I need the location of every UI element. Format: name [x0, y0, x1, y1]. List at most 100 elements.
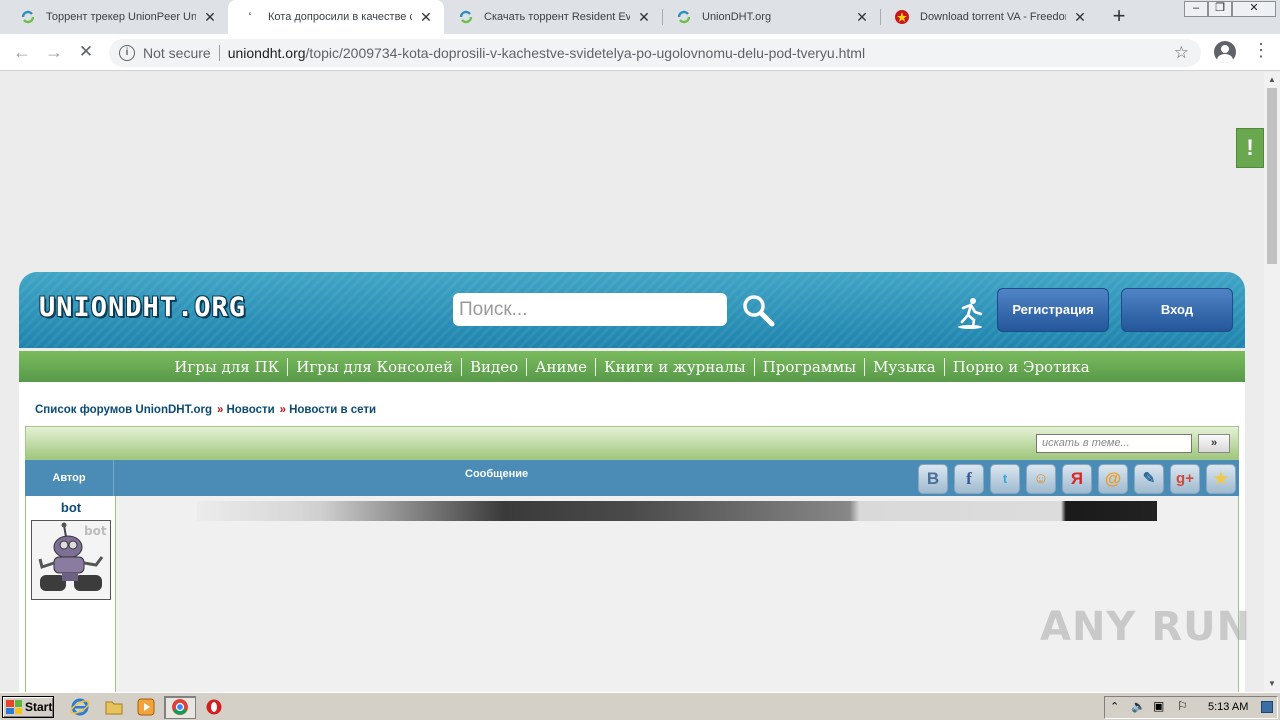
scroll-up-icon[interactable]: ▲	[1264, 72, 1280, 88]
post-image	[197, 501, 1157, 521]
breadcrumb-news[interactable]: Новости	[226, 404, 274, 416]
tab-resident-evil[interactable]: Скачать торрент Resident Evil ✕	[444, 0, 662, 34]
url-host: uniondht.org	[227, 45, 306, 61]
nav-adult[interactable]: Порно и Эротика	[945, 358, 1098, 376]
tab-title: Кота допросили в качестве св	[268, 11, 412, 23]
robot-avatar-icon: bot	[32, 521, 110, 599]
action-center-flag-icon[interactable]: ⚐	[1177, 699, 1188, 713]
bookmark-star-icon[interactable]: ☆	[1174, 43, 1189, 63]
info-icon[interactable]: i	[119, 45, 135, 61]
start-button[interactable]: Start	[2, 696, 54, 718]
tray-expand-icon[interactable]: ⌃	[1110, 700, 1119, 713]
vk-icon[interactable]: В	[918, 464, 948, 494]
site-logo[interactable]: UNIONDHT.ORG	[39, 292, 246, 323]
maximize-button[interactable]: ❐	[1208, 1, 1232, 17]
close-window-button[interactable]: ✕	[1232, 1, 1276, 17]
security-label: Not secure	[143, 45, 211, 61]
opera-icon[interactable]	[204, 697, 224, 717]
chrome-icon[interactable]	[170, 697, 190, 717]
site-search-input[interactable]: Поиск...	[453, 293, 727, 326]
tab-strip: Торрент трекер UnionPeer Uni ✕ ʻ Кота до…	[0, 0, 1280, 34]
post-author-name[interactable]: bot	[26, 500, 116, 515]
nav-music[interactable]: Музыка	[865, 358, 944, 376]
site-header: UNIONDHT.ORG Поиск... Регистрация Вход	[19, 272, 1245, 348]
google-plus-icon[interactable]: g+	[1170, 464, 1200, 494]
scroll-down-icon[interactable]: ▼	[1264, 676, 1280, 692]
tab-title: UnionDHT.org	[702, 11, 772, 23]
tab-uniondht[interactable]: UnionDHT.org ✕	[662, 0, 880, 34]
uniondht-favicon-icon	[676, 9, 692, 25]
volume-icon[interactable]: 🔈	[1131, 699, 1146, 713]
network-icon[interactable]: ▣	[1153, 699, 1164, 713]
nav-pc-games[interactable]: Игры для ПК	[166, 358, 287, 376]
breadcrumb: Список форумов UnionDHT.org» Новости» Ново…	[35, 404, 376, 416]
tab-title: Торрент трекер UnionPeer Uni	[46, 11, 196, 23]
anyrun-watermark: ANY RUN	[1040, 604, 1252, 650]
clock: 5:13 AM	[1208, 701, 1249, 713]
forward-button[interactable]: →	[42, 41, 66, 65]
posts-table-header: Автор Сообщение В f t ☺ Я @ ✎ g+ ★	[25, 460, 1239, 496]
livejournal-icon[interactable]: ✎	[1134, 464, 1164, 494]
tab-close-icon[interactable]: ✕	[418, 9, 434, 25]
mail-icon[interactable]: @	[1098, 464, 1128, 494]
topic-toolbar: искать в теме... »	[25, 426, 1239, 460]
show-desktop-icon[interactable]	[1261, 701, 1273, 713]
post-author-column: bot bot	[26, 496, 116, 692]
search-icon[interactable]	[741, 293, 775, 327]
odnoklassniki-icon[interactable]: ☺	[1026, 464, 1056, 494]
tab-close-icon[interactable]: ✕	[636, 9, 652, 25]
yandex-icon[interactable]: Я	[1062, 464, 1092, 494]
breadcrumb-arrow-icon: »	[279, 404, 287, 416]
start-label: Start	[25, 700, 53, 714]
profile-avatar-icon[interactable]	[1214, 41, 1236, 63]
minimize-button[interactable]: –	[1184, 1, 1208, 17]
taskbar: Start ⌃ 🔈 ▣ ⚐ 5:13 AM	[0, 692, 1280, 720]
breadcrumb-web-news[interactable]: Новости в сети	[289, 404, 376, 416]
author-column-header: Автор	[25, 460, 114, 496]
loading-favicon-icon: ʻ	[248, 10, 252, 24]
feedback-button[interactable]: !	[1236, 128, 1264, 168]
tab-title: Download torrent VA - Freedom	[920, 11, 1066, 23]
nav-video[interactable]: Видео	[462, 358, 526, 376]
tab-close-icon[interactable]: ✕	[202, 9, 218, 25]
topic-search-button[interactable]: »	[1198, 434, 1230, 453]
facebook-icon[interactable]: f	[954, 464, 984, 494]
register-button[interactable]: Регистрация	[997, 288, 1109, 332]
tab-unionpeer[interactable]: Торрент трекер UnionPeer Uni ✕	[6, 0, 228, 34]
chrome-menu-icon[interactable]: ⋮	[1252, 41, 1270, 62]
tab-freedom[interactable]: Download torrent VA - Freedom ✕	[880, 0, 1098, 34]
media-player-icon[interactable]	[136, 697, 156, 717]
nav-software[interactable]: Программы	[755, 358, 864, 376]
omnibox-divider	[218, 45, 220, 61]
unionpeer-favicon-icon	[20, 9, 36, 25]
browser-toolbar: ← → ✕ i Not secure uniondht.org/topic/20…	[0, 34, 1280, 71]
windows-logo-icon	[6, 700, 22, 714]
login-button[interactable]: Вход	[1121, 288, 1233, 332]
breadcrumb-arrow-icon: »	[217, 404, 224, 416]
favorites-star-icon[interactable]: ★	[1206, 464, 1236, 494]
post-row: bot bot	[25, 496, 1239, 692]
message-column-header: Сообщение	[465, 468, 529, 480]
breadcrumb-forums[interactable]: Список форумов UnionDHT.org	[35, 404, 212, 416]
tab-close-icon[interactable]: ✕	[1072, 9, 1088, 25]
nav-console-games[interactable]: Игры для Консолей	[288, 358, 461, 376]
address-bar[interactable]: i Not secure uniondht.org/topic/2009734-…	[109, 39, 1201, 67]
system-tray: ⌃ 🔈 ▣ ⚐	[1104, 696, 1278, 719]
topic-search-input[interactable]: искать в теме...	[1036, 434, 1192, 453]
new-tab-button[interactable]: +	[1108, 5, 1130, 28]
svg-text:bot: bot	[84, 524, 107, 538]
tab-active-cat[interactable]: ʻ Кота допросили в качестве св ✕	[228, 0, 444, 34]
back-button[interactable]: ←	[10, 41, 34, 65]
scroll-thumb[interactable]	[1267, 88, 1277, 264]
twitter-icon[interactable]: t	[990, 464, 1020, 494]
internet-explorer-icon[interactable]	[70, 697, 90, 717]
nav-anime[interactable]: Аниме	[527, 358, 595, 376]
nav-books[interactable]: Книги и журналы	[596, 358, 754, 376]
folder-icon[interactable]	[104, 697, 124, 717]
freedom-favicon-icon	[894, 9, 910, 25]
stop-button[interactable]: ✕	[74, 41, 98, 65]
page-viewport: ! UNIONDHT.ORG Поиск... Регистрация Вход…	[0, 72, 1264, 692]
page-scrollbar[interactable]: ▲ ▼	[1264, 72, 1280, 692]
tab-close-icon[interactable]: ✕	[854, 9, 870, 25]
tab-title: Скачать торрент Resident Evil	[484, 11, 630, 23]
